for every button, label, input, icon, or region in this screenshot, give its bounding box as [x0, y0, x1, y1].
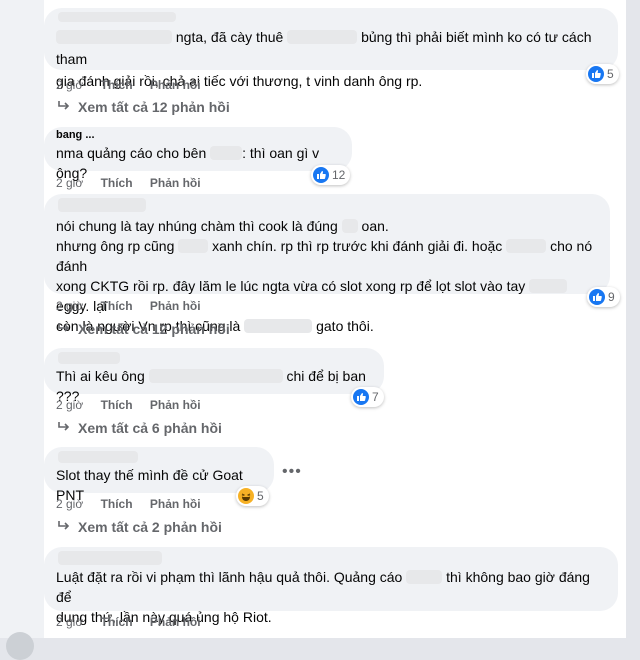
like-button[interactable]: Thích — [101, 497, 133, 511]
redacted-text — [506, 239, 547, 253]
redacted-text — [56, 30, 172, 44]
like-button[interactable]: Thích — [101, 78, 133, 92]
comment-actions: 2 giờ Thích Phản hồi — [56, 397, 215, 413]
avatar[interactable] — [6, 632, 34, 660]
reply-button[interactable]: Phản hồi — [150, 299, 201, 313]
redacted-author — [58, 551, 162, 565]
more-options-button[interactable]: ••• — [282, 464, 302, 480]
redacted-author — [58, 451, 138, 463]
comment-author[interactable] — [56, 451, 262, 465]
reply-arrow-icon — [58, 98, 72, 116]
redacted-text — [529, 279, 568, 293]
reaction-count: 5 — [607, 67, 614, 81]
reply-arrow-icon — [58, 320, 72, 338]
like-icon — [313, 167, 329, 183]
like-button[interactable]: Thích — [101, 299, 133, 313]
author-name: bang ... — [56, 129, 95, 141]
redacted-text — [148, 369, 283, 383]
comment-bubble: bang ... nma quảng cáo cho bên : thì oan… — [44, 127, 352, 181]
redacted-author — [58, 352, 120, 364]
reply-button[interactable]: Phản hồi — [150, 78, 201, 92]
avatar-column — [0, 0, 44, 638]
comment-time[interactable]: 2 giờ — [56, 176, 83, 190]
reply-arrow-icon — [58, 419, 72, 437]
like-icon — [353, 389, 369, 405]
like-icon — [588, 66, 604, 82]
reaction-count: 9 — [608, 290, 615, 304]
view-replies-link[interactable]: Xem tất cả 12 phản hồi — [58, 98, 230, 116]
comment-time[interactable]: 2 giờ — [56, 299, 83, 313]
comment-bubble: Luật đặt ra rồi vi phạm thì lãnh hậu quả… — [44, 547, 618, 625]
redacted-author — [58, 198, 146, 212]
comment-bubble: nói chung là tay nhúng chàm thì cook là … — [44, 194, 610, 334]
comment-actions: 2 giờ Thích Phản hồi — [56, 298, 215, 314]
reaction-summary[interactable]: 12 — [311, 165, 351, 185]
like-button[interactable]: Thích — [101, 398, 133, 412]
comment-actions: 2 giờ Thích Phản hồi — [56, 496, 215, 512]
comment-actions: 2 giờ Thích Phản hồi — [56, 175, 215, 191]
haha-icon — [238, 488, 254, 504]
view-replies-label: Xem tất cả 12 phản hồi — [78, 321, 230, 337]
reaction-summary[interactable]: 5 — [586, 64, 619, 84]
reaction-count: 7 — [372, 390, 379, 404]
comment-time[interactable]: 2 giờ — [56, 78, 83, 92]
redacted-text — [406, 570, 443, 584]
comment-author[interactable]: bang ... — [56, 130, 340, 143]
redacted-text — [178, 239, 209, 253]
like-button[interactable]: Thích — [101, 615, 133, 629]
reply-button[interactable]: Phản hồi — [150, 615, 201, 629]
comment-author[interactable] — [56, 12, 606, 24]
comment-time[interactable]: 2 giờ — [56, 398, 83, 412]
reaction-count: 12 — [332, 168, 346, 182]
comment-time[interactable]: 2 giờ — [56, 497, 83, 511]
comment-time[interactable]: 2 giờ — [56, 615, 83, 629]
reply-button[interactable]: Phản hồi — [150, 176, 201, 190]
redacted-text — [210, 146, 243, 160]
reaction-summary[interactable]: 5 — [236, 486, 269, 506]
like-button[interactable]: Thích — [101, 176, 133, 190]
redacted-text — [244, 319, 313, 333]
reply-arrow-icon — [58, 518, 72, 536]
reaction-summary[interactable]: 9 — [587, 287, 620, 307]
comment-bubble: ngta, đã cày thuê bủng thì phải biết mìn… — [44, 8, 618, 89]
comment-text: nói chung là tay nhúng chàm thì cook là … — [56, 218, 593, 334]
view-replies-link[interactable]: Xem tất cả 6 phản hồi — [58, 419, 222, 437]
comment-actions: 2 giờ Thích Phản hồi — [56, 614, 215, 630]
comment-bubble: Slot thay thế mình đề cử Goat PNT — [44, 447, 274, 503]
comment-author[interactable] — [56, 352, 372, 366]
redacted-text — [341, 219, 358, 233]
view-replies-label: Xem tất cả 2 phản hồi — [78, 519, 222, 535]
reaction-count: 5 — [257, 489, 264, 503]
comment-bubble: Thì ai kêu ông chi để bị ban ??? — [44, 348, 384, 404]
view-replies-label: Xem tất cả 12 phản hồi — [78, 99, 230, 115]
comment-actions: 2 giờ Thích Phản hồi — [56, 77, 215, 93]
reply-button[interactable]: Phản hồi — [150, 497, 201, 511]
comment-author[interactable] — [56, 551, 606, 567]
view-replies-link[interactable]: Xem tất cả 12 phản hồi — [58, 320, 230, 338]
view-replies-label: Xem tất cả 6 phản hồi — [78, 420, 222, 436]
redacted-author — [58, 12, 176, 22]
reply-button[interactable]: Phản hồi — [150, 398, 201, 412]
reaction-summary[interactable]: 7 — [351, 387, 384, 407]
view-replies-link[interactable]: Xem tất cả 2 phản hồi — [58, 518, 222, 536]
redacted-text — [287, 30, 358, 44]
like-icon — [589, 289, 605, 305]
comment-author[interactable] — [56, 198, 598, 216]
